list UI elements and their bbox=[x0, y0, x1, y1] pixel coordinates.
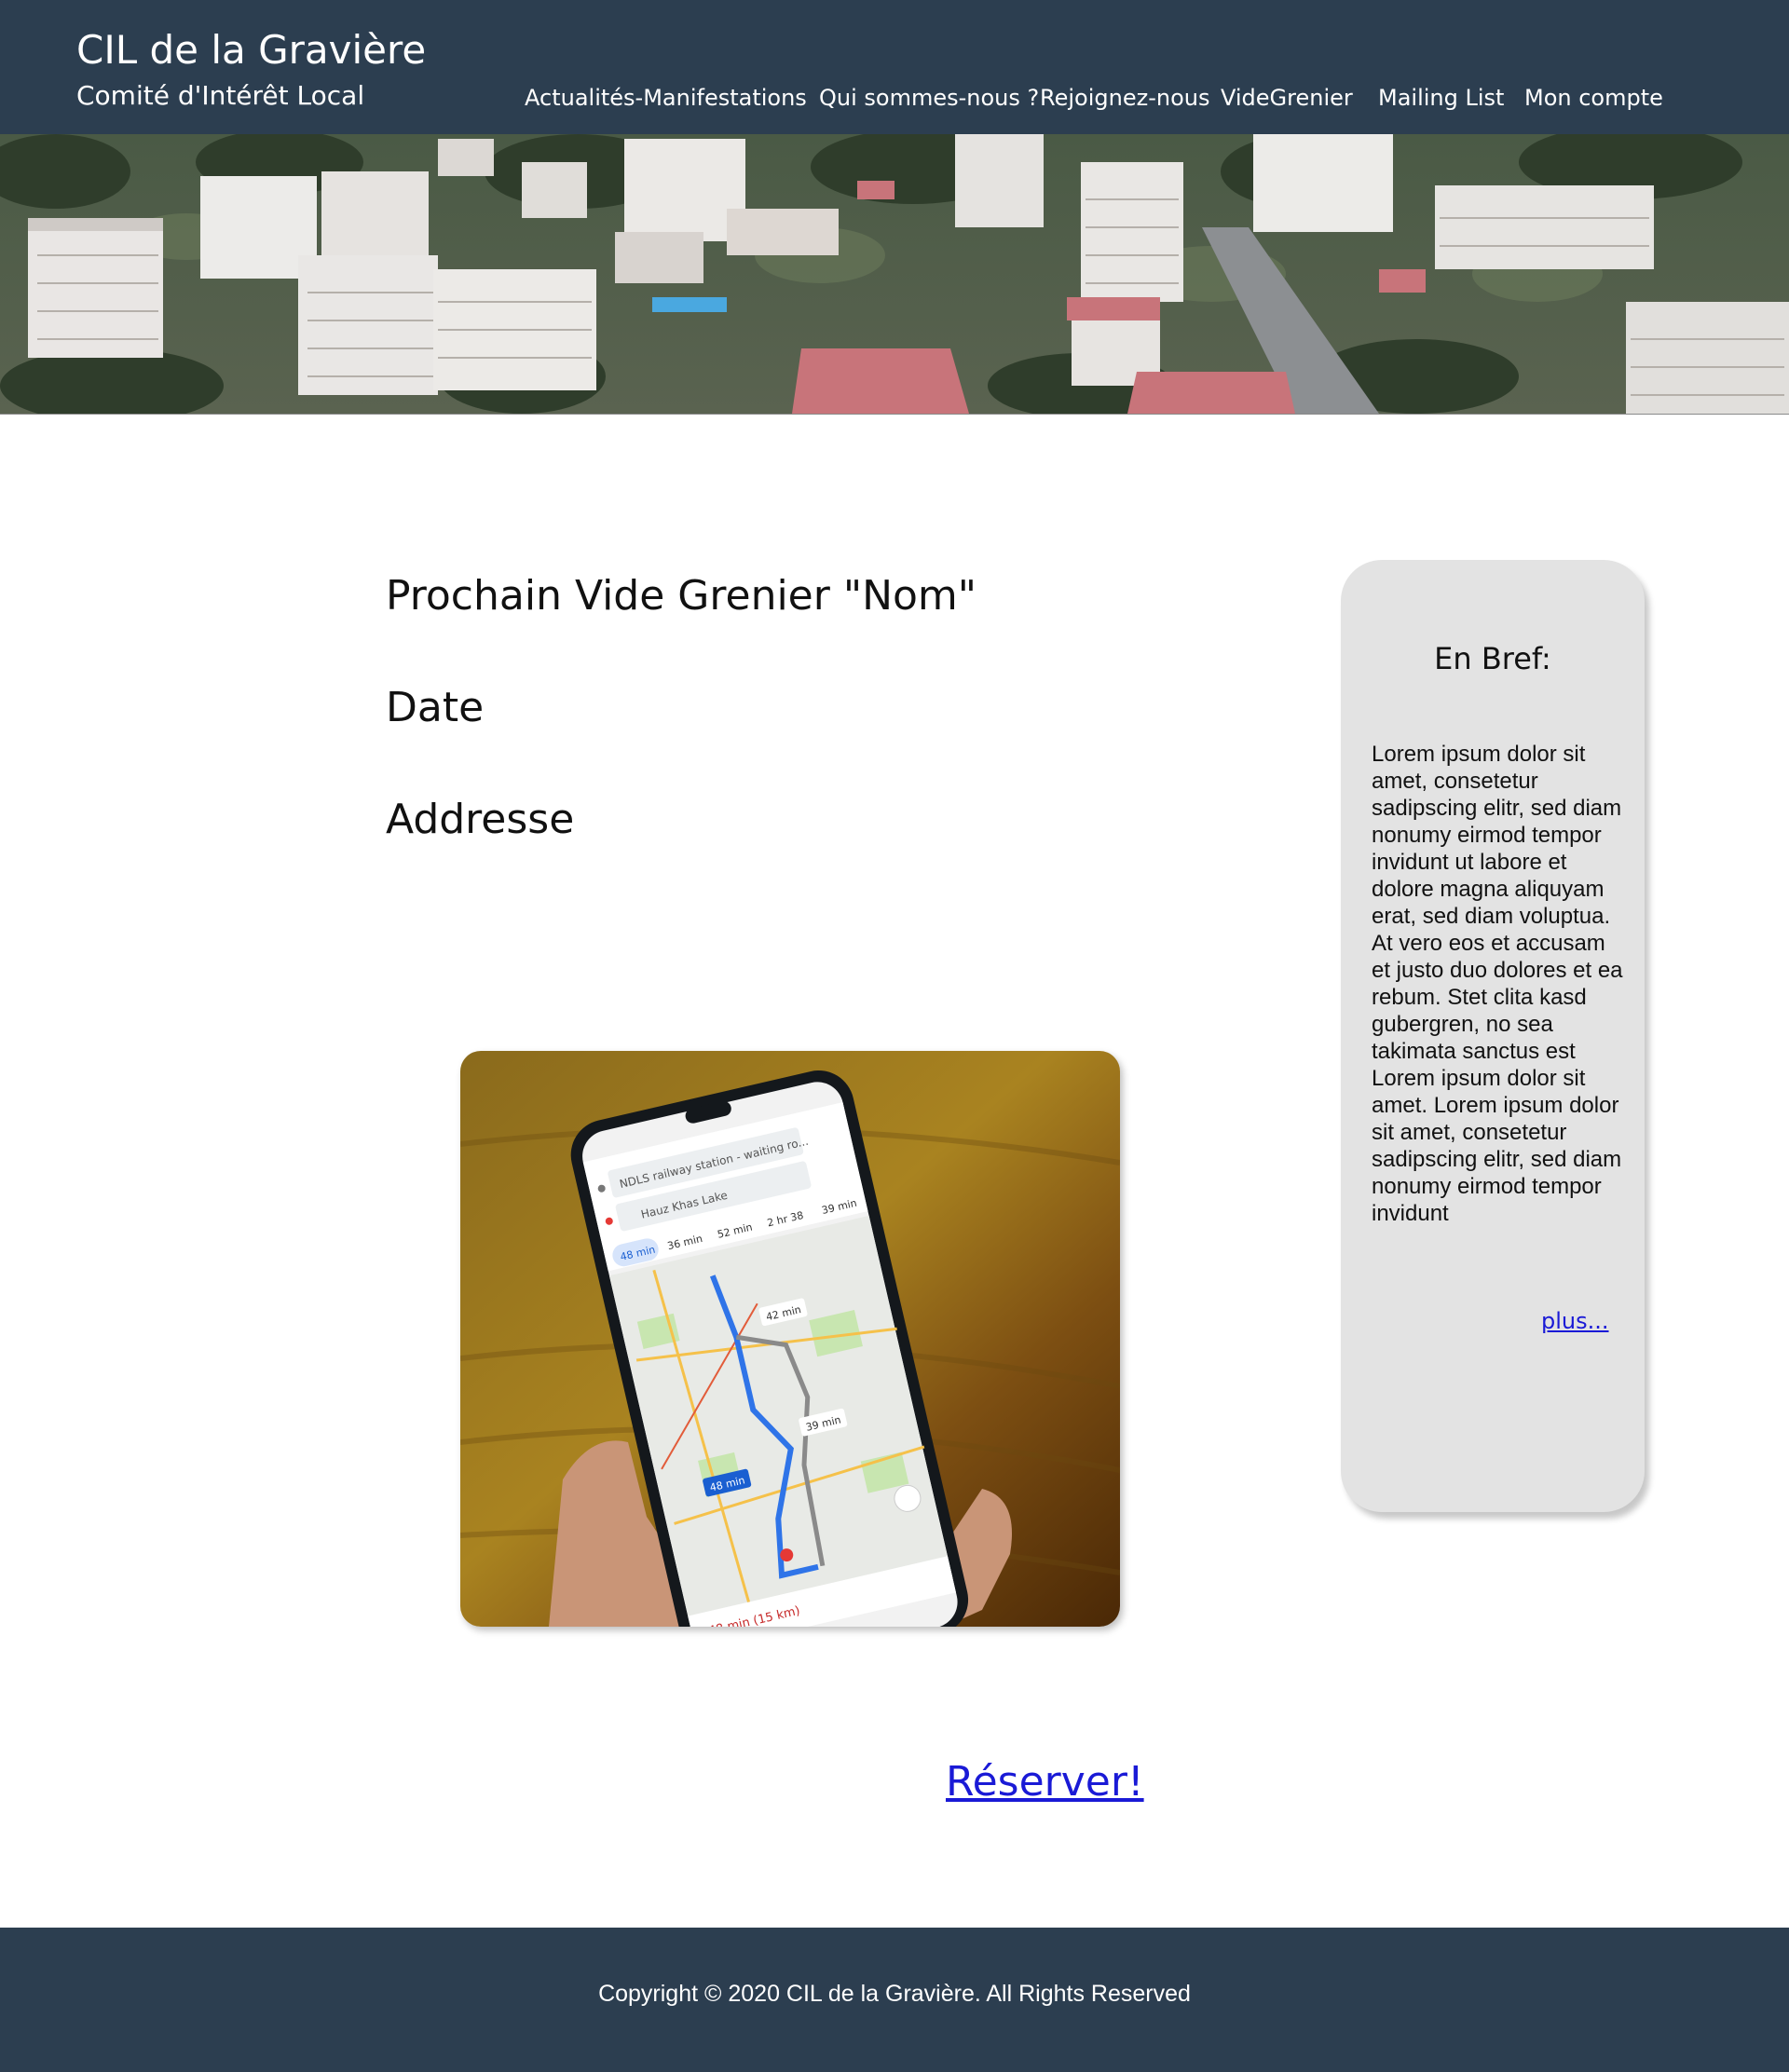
nav-item-rejoignez-nous[interactable]: Rejoignez-nous bbox=[1040, 84, 1209, 112]
nav-item-mon-compte[interactable]: Mon compte bbox=[1524, 84, 1663, 112]
site-footer: Copyright © 2020 CIL de la Gravière. All… bbox=[0, 1928, 1789, 2072]
event-date-heading: Date bbox=[386, 684, 485, 731]
site-title[interactable]: CIL de la Gravière bbox=[76, 26, 426, 75]
site-header: CIL de la Gravière Comité d'Intérêt Loca… bbox=[0, 0, 1789, 134]
reserve-link[interactable]: Réserver! bbox=[946, 1756, 1144, 1808]
event-address-heading: Addresse bbox=[386, 796, 575, 843]
nav-item-mailing-list[interactable]: Mailing List bbox=[1378, 84, 1504, 112]
nav-item-videgrenier[interactable]: VideGrenier bbox=[1221, 84, 1353, 112]
event-name-heading: Prochain Vide Grenier "Nom" bbox=[386, 572, 977, 620]
banner-image bbox=[0, 134, 1789, 415]
nav-item-qui-sommes-nous[interactable]: Qui sommes-nous ? bbox=[819, 84, 1039, 112]
sidebar-text: Lorem ipsum dolor sit amet, consetetur s… bbox=[1372, 742, 1623, 1226]
sidebar-en-bref: En Bref: Lorem ipsum dolor sit amet, con… bbox=[1341, 560, 1645, 1512]
event-map-photo: NDLS railway station - waiting ro... Hau… bbox=[460, 1051, 1120, 1627]
sidebar-more-link[interactable]: plus... bbox=[1541, 1307, 1609, 1335]
sidebar-title: En Bref: bbox=[1434, 641, 1551, 676]
site-subtitle: Comité d'Intérêt Local bbox=[76, 80, 365, 111]
copyright-text: Copyright © 2020 CIL de la Gravière. All… bbox=[598, 1981, 1191, 2007]
nav-item-actualites[interactable]: Actualités-Manifestations bbox=[525, 84, 807, 112]
